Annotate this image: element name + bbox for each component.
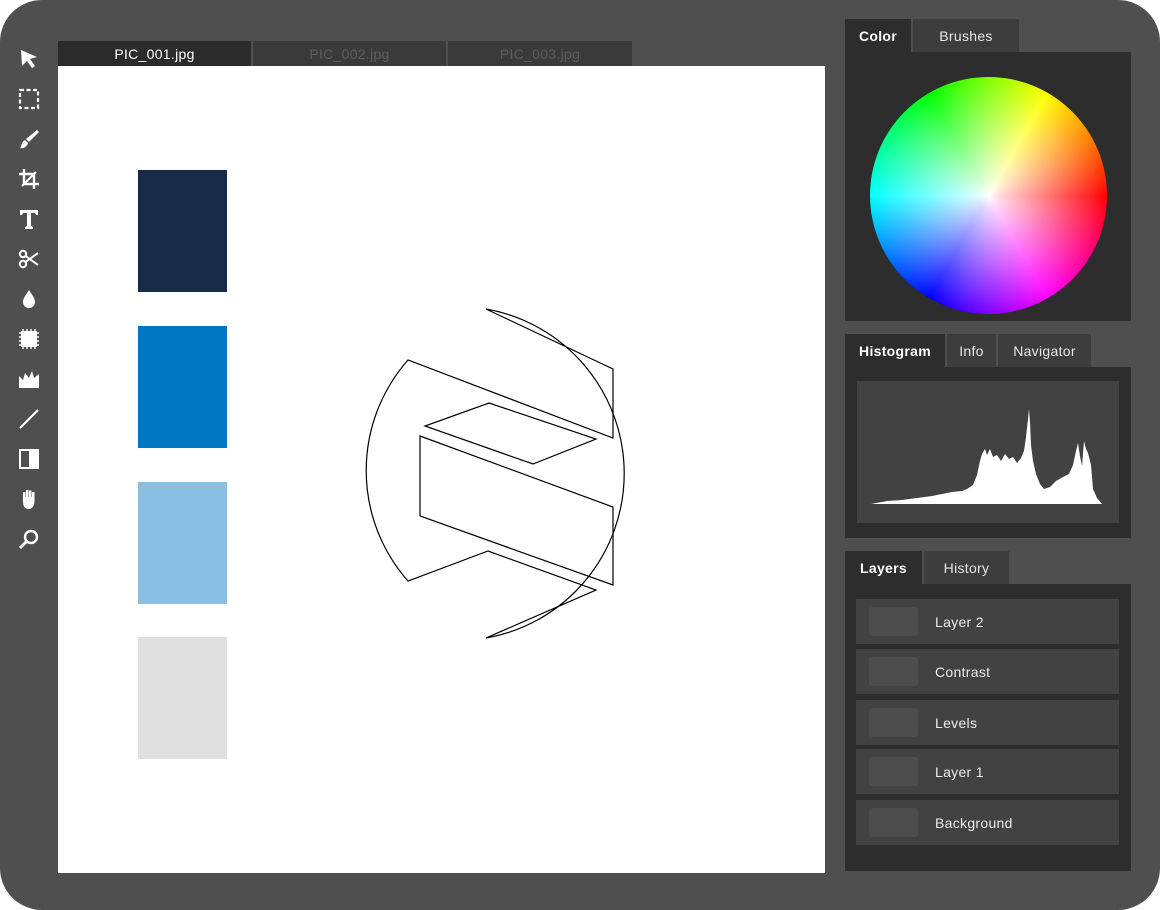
doc-tab-2[interactable]: PIC_002.jpg — [253, 41, 446, 66]
image-canvas[interactable] — [58, 66, 825, 873]
line-icon[interactable] — [12, 404, 46, 434]
layer-name: Layer 2 — [935, 613, 984, 630]
select-arrow-icon[interactable] — [12, 44, 46, 74]
swatch-navy — [138, 170, 227, 292]
drop-icon[interactable] — [12, 284, 46, 314]
layer-name: Levels — [935, 714, 978, 731]
swatch-light-gray — [138, 637, 227, 759]
marquee-select-icon[interactable] — [12, 84, 46, 114]
layer-thumbnail — [869, 607, 918, 636]
layer-row[interactable]: Contrast — [856, 649, 1119, 694]
layer-row[interactable]: Layer 1 — [856, 749, 1119, 794]
doc-tab-1[interactable]: PIC_001.jpg — [58, 41, 251, 66]
swatch-blue — [138, 326, 227, 448]
doc-tab-3[interactable]: PIC_003.jpg — [448, 41, 632, 66]
crop-icon[interactable] — [12, 164, 46, 194]
hand-icon[interactable] — [12, 484, 46, 514]
tab-navigator[interactable]: Navigator — [998, 334, 1091, 367]
tab-brushes[interactable]: Brushes — [913, 19, 1019, 52]
tab-layers[interactable]: Layers — [845, 551, 922, 584]
stamp-icon[interactable] — [12, 324, 46, 354]
layer-row[interactable]: Layer 2 — [856, 599, 1119, 644]
color-wheel[interactable] — [870, 77, 1107, 314]
scissors-icon[interactable] — [12, 244, 46, 274]
tab-color[interactable]: Color — [845, 19, 911, 52]
layer-thumbnail — [869, 708, 918, 737]
layer-name: Layer 1 — [935, 763, 984, 780]
text-icon[interactable] — [12, 204, 46, 234]
layer-name: Contrast — [935, 663, 991, 680]
layer-thumbnail — [869, 808, 918, 837]
crown-icon[interactable] — [12, 364, 46, 394]
contrast-icon[interactable] — [12, 444, 46, 474]
swatch-light-blue — [138, 482, 227, 604]
logo-outline-graphic — [365, 308, 625, 639]
histogram-chart — [857, 381, 1119, 523]
tab-info[interactable]: Info — [947, 334, 996, 367]
color-panel — [845, 52, 1131, 321]
tab-history[interactable]: History — [924, 551, 1009, 584]
brush-icon[interactable] — [12, 124, 46, 154]
tab-histogram[interactable]: Histogram — [845, 334, 945, 367]
layer-row[interactable]: Levels — [856, 700, 1119, 745]
layer-thumbnail — [869, 757, 918, 786]
layer-row[interactable]: Background — [856, 800, 1119, 845]
app-frame: PIC_001.jpg PIC_002.jpg PIC_003.jpg Colo… — [0, 0, 1160, 910]
histogram-panel — [845, 367, 1131, 538]
zoom-icon[interactable] — [12, 524, 46, 554]
layers-panel: Layer 2 Contrast Levels Layer 1 Backgrou… — [845, 584, 1131, 871]
layer-name: Background — [935, 814, 1013, 831]
layer-thumbnail — [869, 657, 918, 686]
